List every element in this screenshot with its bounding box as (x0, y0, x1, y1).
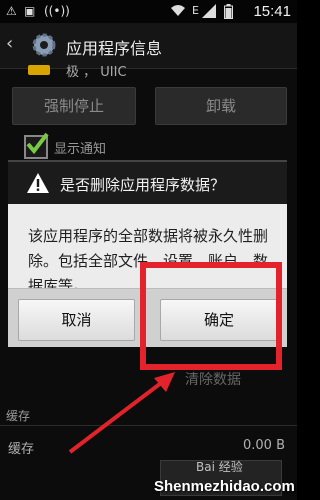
annotation-arrow (68, 372, 175, 454)
baidu-watermark: Bai 经验 (196, 460, 243, 474)
site-watermark: Shenmezhidao.com (154, 478, 295, 495)
